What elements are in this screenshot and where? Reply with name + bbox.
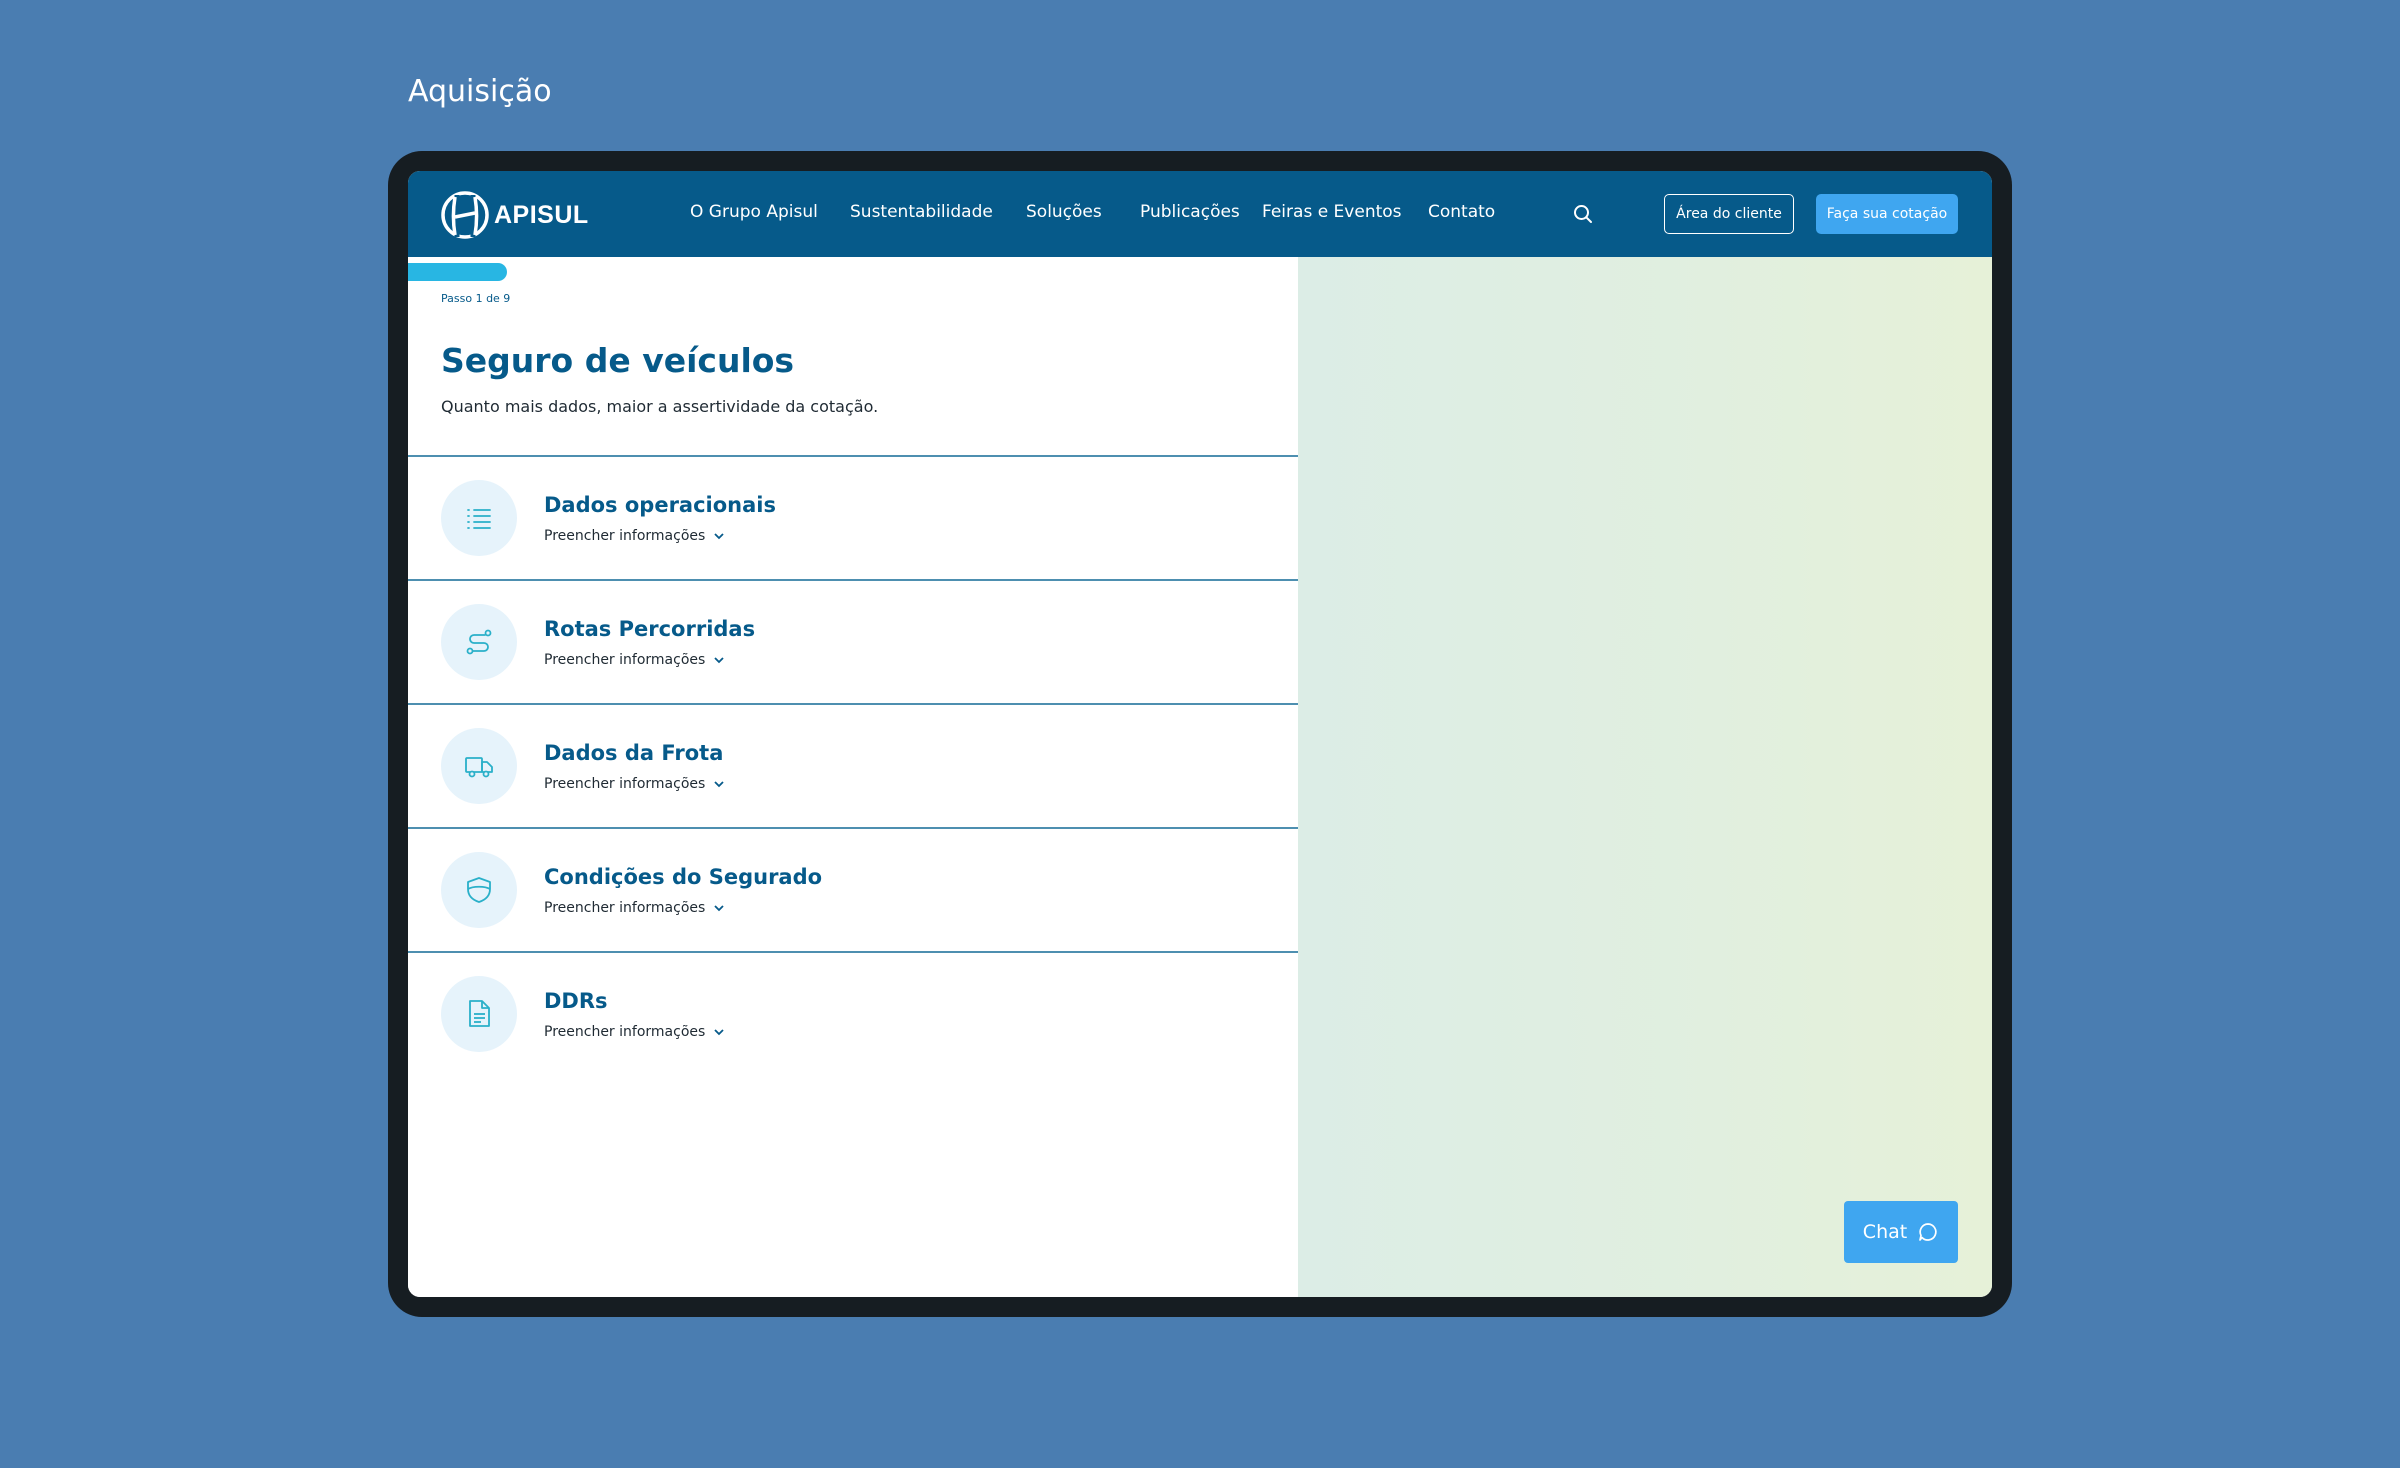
- chevron-down-icon: [714, 1029, 724, 1036]
- page-title: Seguro de veículos: [441, 341, 795, 380]
- nav-publicacoes[interactable]: Publicações: [1140, 202, 1240, 222]
- list-icon: [467, 509, 491, 529]
- section-dados-operacionais[interactable]: Dados operacionais Preencher informações: [408, 455, 1298, 579]
- shield-icon: [467, 877, 491, 903]
- illustration-panel: [1298, 257, 1992, 1297]
- nav-sustentabilidade[interactable]: Sustentabilidade: [850, 202, 993, 222]
- section-title: Dados operacionais: [544, 493, 776, 517]
- chat-button[interactable]: Chat: [1844, 1201, 1958, 1263]
- route-icon: [466, 629, 492, 655]
- fill-info-label: Preencher informações: [544, 652, 706, 668]
- section-title: Rotas Percorridas: [544, 617, 756, 641]
- document-icon: [469, 1000, 490, 1027]
- section-dados-da-frota[interactable]: Dados da Frota Preencher informações: [408, 703, 1298, 827]
- fill-info-label: Preencher informações: [544, 776, 706, 792]
- quote-button[interactable]: Faça sua cotação: [1816, 194, 1958, 234]
- top-navbar: APISUL O Grupo Apisul Sustentabilidade S…: [408, 171, 1992, 257]
- client-area-button[interactable]: Área do cliente: [1664, 194, 1794, 234]
- nav-o-grupo-apisul[interactable]: O Grupo Apisul: [690, 202, 818, 222]
- section-title: Condições do Segurado: [544, 865, 823, 889]
- chat-label: Chat: [1862, 1221, 1908, 1243]
- chevron-down-icon: [714, 657, 724, 664]
- section-title: Dados da Frota: [544, 741, 724, 765]
- page-subtitle: Quanto mais dados, maior a assertividade…: [441, 397, 879, 416]
- logo-text: APISUL: [494, 200, 589, 229]
- section-title: DDRs: [544, 989, 608, 1013]
- section-icon-circle: [441, 604, 517, 680]
- section-condicoes-do-segurado[interactable]: Condições do Segurado Preencher informaç…: [408, 827, 1298, 951]
- section-rotas-percorridas[interactable]: Rotas Percorridas Preencher informações: [408, 579, 1298, 703]
- tablet-frame: APISUL O Grupo Apisul Sustentabilidade S…: [388, 151, 2012, 1317]
- nav-solucoes[interactable]: Soluções: [1026, 202, 1102, 222]
- nav-contato[interactable]: Contato: [1428, 202, 1495, 222]
- section-icon-circle: [441, 480, 517, 556]
- nav-feiras-e-eventos[interactable]: Feiras e Eventos: [1262, 202, 1402, 222]
- progress-fill: [408, 263, 507, 281]
- apisul-logo-icon: [441, 191, 489, 239]
- chevron-down-icon: [714, 781, 724, 788]
- truck-icon: [465, 757, 493, 778]
- progress-bar: [408, 263, 1298, 281]
- step-label: Passo 1 de 9: [441, 292, 511, 305]
- chat-bubble-icon: [1919, 1223, 1937, 1241]
- section-icon-circle: [441, 976, 517, 1052]
- fill-info-label: Preencher informações: [544, 1024, 706, 1040]
- section-ddrs[interactable]: DDRs Preencher informações: [408, 951, 1298, 1075]
- chevron-down-icon: [714, 905, 724, 912]
- fill-info-toggle[interactable]: Preencher informações: [544, 776, 725, 792]
- chevron-down-icon: [714, 533, 724, 540]
- fill-info-label: Preencher informações: [544, 528, 706, 544]
- form-panel: Passo 1 de 9 Seguro de veículos Quanto m…: [408, 257, 1298, 1297]
- fill-info-toggle[interactable]: Preencher informações: [544, 528, 725, 544]
- search-icon[interactable]: [1572, 203, 1594, 225]
- screen: APISUL O Grupo Apisul Sustentabilidade S…: [408, 171, 1992, 1297]
- page-caption: Aquisição: [408, 74, 552, 109]
- section-icon-circle: [441, 728, 517, 804]
- fill-info-toggle[interactable]: Preencher informações: [544, 900, 725, 916]
- fill-info-toggle[interactable]: Preencher informações: [544, 652, 725, 668]
- fill-info-toggle[interactable]: Preencher informações: [544, 1024, 725, 1040]
- section-icon-circle: [441, 852, 517, 928]
- apisul-logo[interactable]: APISUL: [440, 191, 589, 239]
- fill-info-label: Preencher informações: [544, 900, 706, 916]
